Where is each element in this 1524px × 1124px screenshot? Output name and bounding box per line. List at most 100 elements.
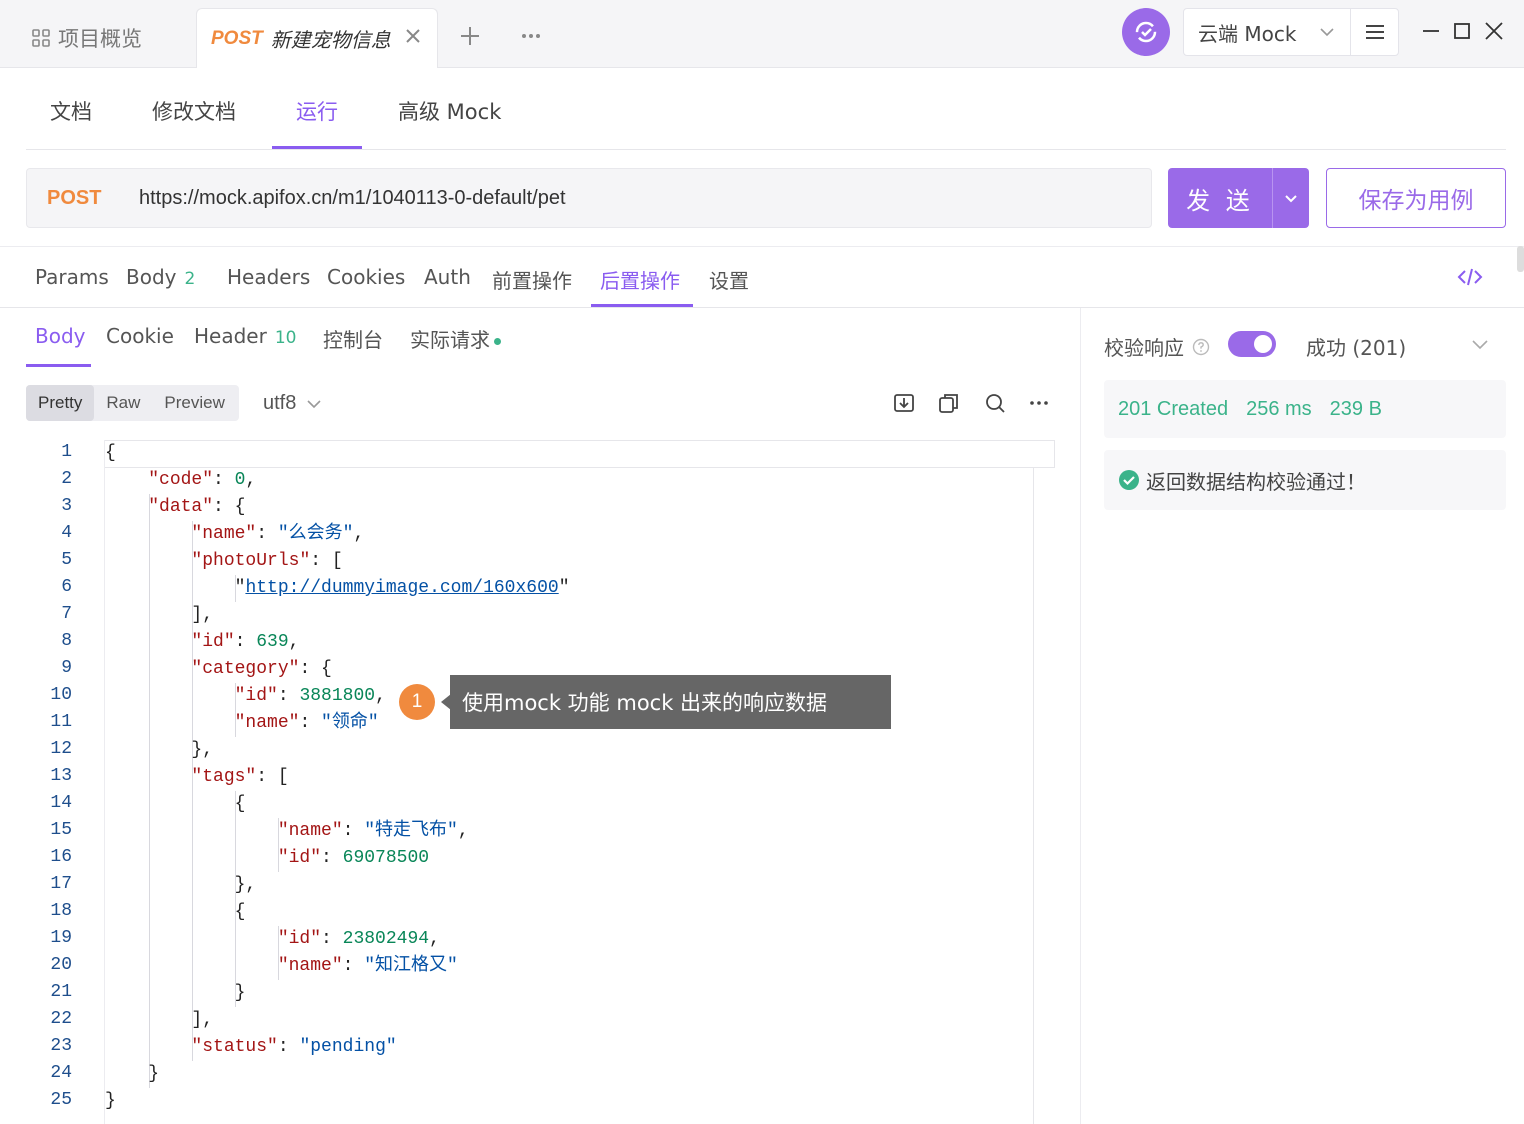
code-line: ],: [105, 1010, 214, 1030]
code-line: "photoUrls": [: [191, 551, 343, 571]
tab-pre-processors[interactable]: 前置操作: [492, 265, 572, 294]
download-icon[interactable]: [893, 392, 915, 414]
code-line: "name": "特走飞布",: [277, 821, 469, 841]
tab-body[interactable]: Body 2: [126, 265, 195, 289]
top-tab-bar: 项目概览 POST 新建宠物信息 云端 Mock: [0, 0, 1524, 68]
add-tab-icon[interactable]: [458, 24, 482, 48]
tab-title: 新建宠物信息: [270, 28, 391, 52]
window-close-icon[interactable]: [1483, 20, 1505, 42]
line-number: 16: [50, 847, 72, 867]
tab-new-pet[interactable]: POST 新建宠物信息: [196, 8, 438, 68]
tab-project-overview[interactable]: 项目概览: [32, 22, 142, 54]
minimize-icon[interactable]: [1420, 20, 1442, 42]
environment-menu-button[interactable]: [1350, 8, 1399, 56]
line-number: 5: [61, 550, 72, 570]
validate-toggle[interactable]: [1228, 331, 1276, 357]
tab-edit-doc[interactable]: 修改文档: [152, 96, 236, 126]
copy-icon[interactable]: [938, 392, 960, 414]
url-bar[interactable]: POST https://mock.apifox.cn/m1/1040113-0…: [26, 168, 1152, 228]
send-dropdown[interactable]: [1273, 191, 1309, 205]
callout-number-badge: 1: [399, 684, 435, 720]
code-line: {: [105, 902, 246, 922]
validation-message: 返回数据结构校验通过！: [1146, 469, 1366, 494]
code-scrollbar-track: [1033, 468, 1034, 1124]
active-tab-indicator: [26, 364, 91, 367]
line-number: 11: [50, 712, 72, 732]
sync-button[interactable]: [1122, 8, 1170, 56]
expected-result-select[interactable]: 成功 (201): [1306, 332, 1406, 361]
line-number: 7: [61, 604, 72, 624]
response-size: 239 B: [1329, 397, 1382, 420]
active-tab-indicator: [272, 146, 362, 149]
tab-console[interactable]: 控制台: [323, 324, 383, 353]
view-raw[interactable]: Raw: [94, 385, 152, 421]
encoding-select[interactable]: utf8: [263, 392, 322, 415]
toggle-knob: [1254, 335, 1272, 353]
line-number: 18: [50, 901, 72, 921]
document-tabs: 文档 修改文档 运行 高级 Mock: [26, 68, 1506, 150]
environment-select[interactable]: 云端 Mock: [1183, 8, 1351, 56]
body-count-badge: 2: [184, 269, 196, 289]
tab-params[interactable]: Params: [35, 265, 109, 289]
tab-body-label: Body: [126, 265, 177, 289]
code-icon[interactable]: [1456, 265, 1484, 289]
tab-actual-request-label: 实际请求: [410, 328, 490, 352]
chevron-down-icon: [307, 399, 321, 408]
header-count-badge: 10: [274, 328, 297, 348]
tab-response-cookie[interactable]: Cookie: [106, 324, 174, 348]
tab-settings[interactable]: 设置: [709, 265, 749, 294]
line-number: 14: [50, 793, 72, 813]
url-input[interactable]: https://mock.apifox.cn/m1/1040113-0-defa…: [139, 187, 566, 210]
chevron-down-icon[interactable]: [1470, 334, 1490, 354]
panel-divider[interactable]: [1080, 308, 1081, 1124]
sync-icon: [1135, 21, 1157, 43]
chevron-down-icon: [1285, 195, 1297, 203]
method-select[interactable]: POST: [47, 187, 139, 210]
tab-headers[interactable]: Headers: [227, 265, 310, 289]
tab-run[interactable]: 运行: [296, 96, 338, 126]
send-button[interactable]: 发 送: [1168, 168, 1309, 228]
callout-tooltip: 使用mock 功能 mock 出来的响应数据: [450, 675, 891, 729]
tab-doc[interactable]: 文档: [50, 96, 92, 126]
request-tabs: Params Body 2 Headers Cookies Auth 前置操作 后…: [0, 246, 1524, 308]
save-as-case-button[interactable]: 保存为用例: [1326, 168, 1506, 228]
tab-post-processors[interactable]: 后置操作: [600, 265, 680, 294]
code-line: {: [105, 443, 116, 463]
code-line: "id": 23802494,: [277, 929, 440, 949]
more-icon[interactable]: [1028, 392, 1050, 414]
line-number: 23: [50, 1036, 72, 1056]
line-number: 21: [50, 982, 72, 1002]
more-icon[interactable]: [518, 24, 544, 48]
tab-actual-request[interactable]: 实际请求: [410, 324, 501, 353]
tab-cookies[interactable]: Cookies: [327, 265, 405, 289]
tab-response-header[interactable]: Header 10: [194, 324, 296, 348]
send-button-label: 发 送: [1186, 186, 1254, 215]
line-number: 13: [50, 766, 72, 786]
help-icon[interactable]: [1192, 338, 1210, 356]
line-number: 6: [61, 577, 72, 597]
code-line: "category": {: [191, 659, 332, 679]
scrollbar[interactable]: [1517, 246, 1524, 272]
maximize-icon[interactable]: [1451, 20, 1473, 42]
view-preview[interactable]: Preview: [152, 385, 236, 421]
tab-advanced-mock[interactable]: 高级 Mock: [398, 96, 501, 126]
check-circle-icon: [1119, 470, 1139, 490]
line-number: 17: [50, 874, 72, 894]
tab-project-overview-label: 项目概览: [58, 27, 142, 51]
view-pretty[interactable]: Pretty: [26, 385, 95, 421]
tab-auth[interactable]: Auth: [424, 265, 471, 289]
search-icon[interactable]: [984, 392, 1006, 414]
close-icon[interactable]: [403, 26, 423, 46]
tab-response-header-label: Header: [194, 324, 267, 348]
response-status-card: 201 Created 256 ms 239 B: [1104, 380, 1506, 438]
code-line: "name": "么会务",: [191, 524, 365, 544]
line-number: 20: [50, 955, 72, 975]
tab-response-body[interactable]: Body: [35, 324, 86, 348]
code-line: ],: [105, 605, 214, 625]
response-code-viewer[interactable]: 1 2 3 4 5 6 7 8 9 10 11 12 13 14 15 16 17 18 19 20 21 22 23 24 2…: [26, 440, 1055, 1124]
code-line: }: [105, 1091, 116, 1111]
line-number: 9: [61, 658, 72, 678]
code-line: {: [105, 794, 246, 814]
code-line: "http://dummyimage.com/160x600": [105, 578, 570, 598]
line-number: 25: [50, 1090, 72, 1110]
